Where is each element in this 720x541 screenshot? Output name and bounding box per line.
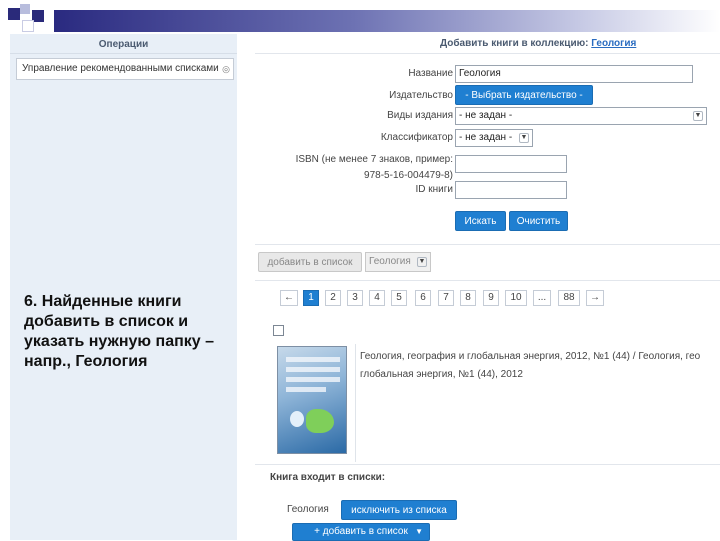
separator xyxy=(255,464,720,465)
remove-from-list-button[interactable]: исключить из списка xyxy=(341,500,457,520)
page-ellipsis: ... xyxy=(533,290,551,306)
edition-type-select[interactable]: - не задан - ▼ xyxy=(455,107,707,125)
add-books-panel: Добавить книги в коллекцию: Геология Наз… xyxy=(255,34,720,541)
classifier-select[interactable]: - не задан - ▼ xyxy=(455,129,533,147)
panel-divider xyxy=(237,34,255,540)
page-button[interactable]: 4 xyxy=(369,290,385,306)
publisher-label: Издательство xyxy=(389,90,453,101)
name-input[interactable]: Геология xyxy=(455,65,693,83)
add-books-header: Добавить книги в коллекцию: Геология xyxy=(255,34,720,54)
add-books-header-text: Добавить книги в коллекцию: xyxy=(440,38,589,49)
book-cover-image[interactable] xyxy=(277,346,347,454)
page-button[interactable]: 6 xyxy=(415,290,431,306)
page-button[interactable]: 5 xyxy=(391,290,407,306)
classifier-label: Классификатор xyxy=(380,132,453,143)
chevron-down-icon: ▼ xyxy=(693,111,703,121)
separator xyxy=(255,244,720,245)
slide-title-bar xyxy=(54,10,720,32)
page-button[interactable]: 9 xyxy=(483,290,499,306)
book-id-label: ID книги xyxy=(415,184,454,195)
chevron-down-icon: ▼ xyxy=(417,257,427,267)
select-publisher-button[interactable]: - Выбрать издательство - xyxy=(455,85,593,105)
page-button[interactable]: 88 xyxy=(558,290,580,306)
operations-select[interactable]: Управление рекомендованными списками ◎ xyxy=(16,58,234,80)
folder-select-value: Геология xyxy=(369,256,411,267)
collection-link[interactable]: Геология xyxy=(591,38,636,49)
separator xyxy=(255,280,720,281)
slide-annotation: 6. Найденные книги добавить в список и у… xyxy=(24,293,215,370)
page-button[interactable]: 8 xyxy=(460,290,476,306)
isbn-label: ISBN (не менее 7 знаков, пример: 978-5-1… xyxy=(296,152,453,184)
list-name: Геология xyxy=(287,504,329,515)
page-button[interactable]: 1 xyxy=(303,290,319,306)
operations-select-value: Управление рекомендованными списками xyxy=(22,63,219,74)
chevron-down-icon: ▼ xyxy=(519,133,529,143)
page-button[interactable]: 2 xyxy=(325,290,341,306)
folder-select[interactable]: Геология ▼ xyxy=(365,252,431,272)
page-button[interactable]: 3 xyxy=(347,290,363,306)
book-title-line2: глобальная энергия, №1 (44), 2012 xyxy=(360,369,523,380)
book-separator xyxy=(355,344,356,462)
clear-button[interactable]: Очистить xyxy=(509,211,568,231)
isbn-label-line1: ISBN (не менее 7 знаков, пример: xyxy=(295,154,453,165)
add-to-list-button[interactable]: добавить в список xyxy=(258,252,362,272)
operations-panel: Операции Управление рекомендованными спи… xyxy=(10,34,237,540)
add-to-list-label: + добавить в список xyxy=(314,526,408,537)
book-id-input[interactable] xyxy=(455,181,567,199)
isbn-label-line2: 978-5-16-004479-8) xyxy=(364,170,453,181)
next-page-button[interactable]: → xyxy=(586,290,604,306)
search-button[interactable]: Искать xyxy=(455,211,506,231)
chevron-down-icon: ◎ xyxy=(222,64,230,74)
edition-type-value: - не задан - xyxy=(459,110,513,121)
name-label: Название xyxy=(408,68,453,79)
page-button[interactable]: 7 xyxy=(438,290,454,306)
operations-header: Операции xyxy=(10,36,237,54)
book-lists-label: Книга входит в списки: xyxy=(270,472,386,483)
book-title[interactable]: Геология, география и глобальная энергия… xyxy=(360,348,720,384)
slide-decoration-squares xyxy=(8,4,52,38)
isbn-input[interactable] xyxy=(455,155,567,173)
prev-page-button[interactable]: ← xyxy=(280,290,298,306)
chevron-down-icon: ▼ xyxy=(415,527,423,536)
book-checkbox[interactable] xyxy=(273,325,284,336)
add-to-list-dropdown-button[interactable]: + добавить в список ▼ xyxy=(292,523,430,541)
page-button[interactable]: 10 xyxy=(505,290,527,306)
classifier-value: - не задан - xyxy=(459,132,513,143)
edition-type-label: Виды издания xyxy=(387,110,453,121)
book-title-line1: Геология, география и глобальная энергия… xyxy=(360,351,701,362)
